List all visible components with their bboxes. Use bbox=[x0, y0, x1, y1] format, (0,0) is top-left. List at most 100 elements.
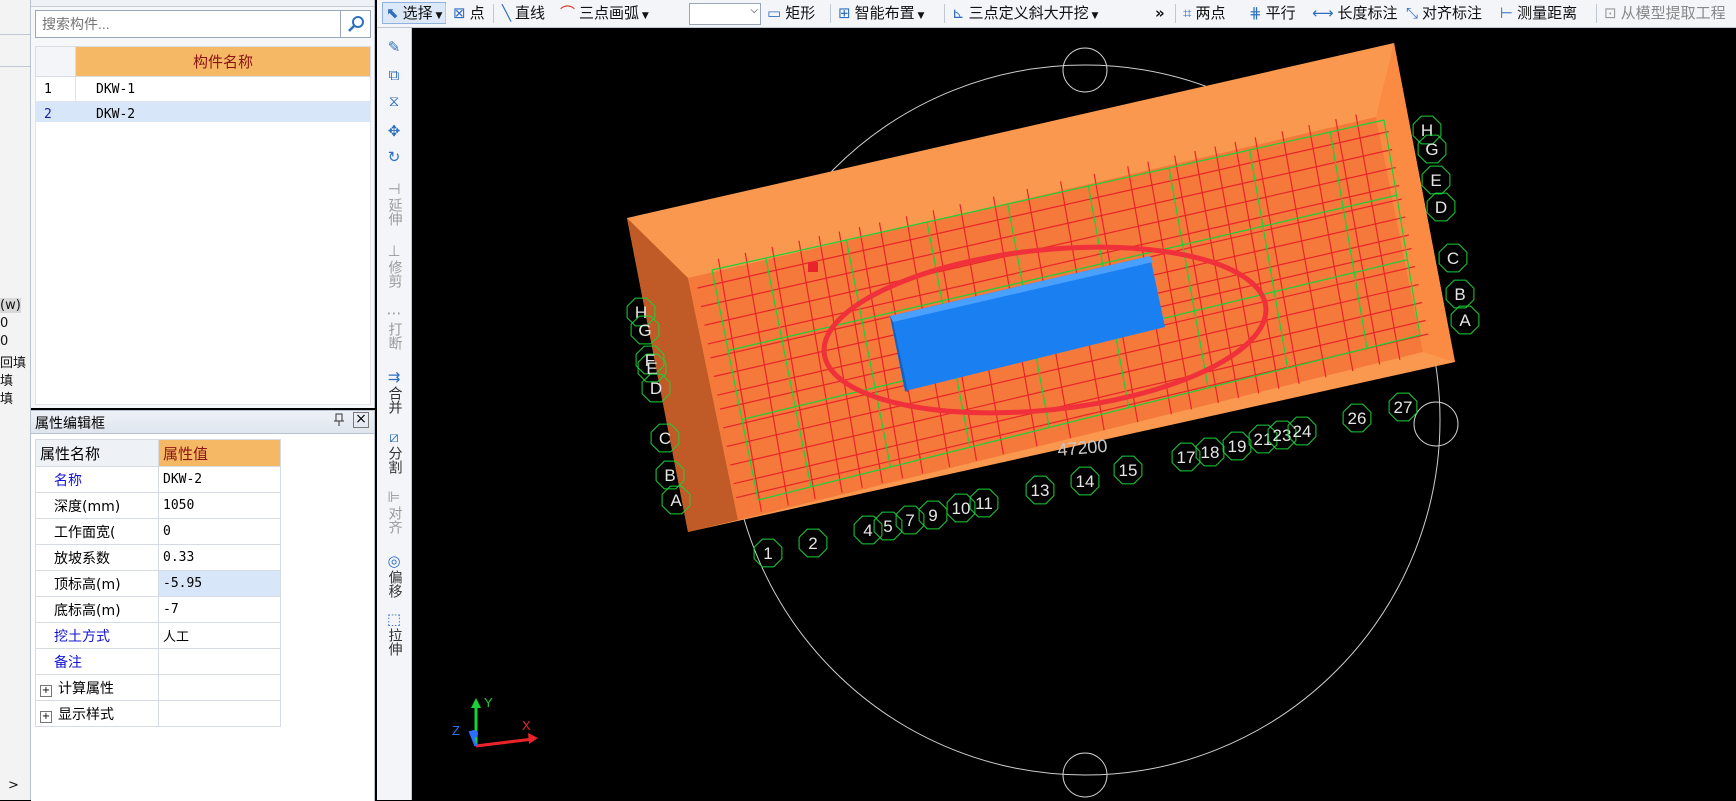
search-button[interactable] bbox=[341, 10, 371, 38]
property-name: 底标高(m) bbox=[35, 596, 159, 623]
property-value[interactable] bbox=[158, 648, 281, 675]
mirror-tool-button[interactable]: ⧖ bbox=[377, 92, 411, 110]
strip-item[interactable]: 0 bbox=[0, 316, 8, 331]
property-row[interactable]: 放坡系数 0.33 bbox=[35, 544, 281, 571]
aligned-dimension-icon: ⤡ bbox=[1406, 4, 1419, 22]
property-row[interactable]: 挖土方式 人工 bbox=[35, 622, 281, 649]
pin-icon[interactable] bbox=[333, 413, 345, 430]
axis-bubble-label: E bbox=[1430, 171, 1441, 190]
extract-from-model-button[interactable]: ⊡ 从模型提取工程 bbox=[1604, 2, 1726, 24]
axis-number-bubble: 4 bbox=[853, 515, 883, 545]
strip-item[interactable]: 回填 bbox=[0, 352, 26, 371]
axis-bubble-label: 23 bbox=[1273, 426, 1292, 445]
property-row[interactable]: 名称 DKW-2 bbox=[35, 466, 281, 493]
axis-bubble-label: D bbox=[650, 379, 662, 398]
3d-drawing-canvas[interactable]: 47200 1 2 4 5 7 9 10 11 13 14 15 17 18 19 21 23 24 26 27 H… bbox=[412, 28, 1736, 800]
axis-bubble-label: 1 bbox=[763, 544, 772, 563]
strip-item[interactable]: 0 bbox=[0, 334, 8, 349]
table-row[interactable]: 1 DKW-1 bbox=[35, 76, 371, 102]
axis-bubble-label: 14 bbox=[1076, 472, 1095, 491]
drawing-toolbar: ⬉ 选择 ▼ ⊠ 点 ╲ 直线 ⌒ 三点画弧 ▼ ⌵ ▭ 矩形 ⊞ 智能布置 ▼ ⊾ 三点定义… bbox=[377, 0, 1736, 28]
property-value[interactable]: 人工 bbox=[158, 622, 281, 649]
select-tool-button[interactable]: ⬉ 选择 ▼ bbox=[382, 2, 447, 24]
arc-mode-select[interactable]: ⌵ bbox=[689, 3, 761, 25]
break-tool-button[interactable]: ⋯ 打断 bbox=[377, 304, 411, 350]
line-icon: ╲ bbox=[502, 4, 512, 22]
stretch-tool-button[interactable]: ⬚ 拉伸 bbox=[377, 610, 411, 656]
property-group-name: 计算属性 bbox=[58, 680, 114, 697]
three-point-slope-button[interactable]: ⊾ 三点定义斜大开挖 ▼ bbox=[952, 2, 1098, 24]
arc-tool-button[interactable]: ⌒ 三点画弧 ▼ bbox=[560, 2, 649, 24]
property-group-row[interactable]: + 计算属性 bbox=[35, 674, 281, 701]
trim-tool-button[interactable]: ⊥ 修剪 bbox=[377, 242, 411, 288]
expand-plus-icon[interactable]: + bbox=[40, 710, 52, 723]
property-name: 顶标高(m) bbox=[35, 570, 159, 597]
brush-tool-button[interactable]: ✎ bbox=[377, 38, 411, 56]
axis-bubble-label: 21 bbox=[1254, 430, 1273, 449]
axis-bubble-label: 24 bbox=[1293, 422, 1312, 441]
property-value[interactable]: 1050 bbox=[158, 492, 281, 519]
axis-bubble-label: H bbox=[1421, 121, 1433, 140]
line-tool-button[interactable]: ╲ 直线 bbox=[502, 2, 545, 24]
property-row[interactable]: 底标高(m) -7 bbox=[35, 596, 281, 623]
parallel-axis-button[interactable]: ⋕ 平行 bbox=[1249, 2, 1296, 24]
split-tool-button[interactable]: ⧄ 分割 bbox=[377, 428, 411, 474]
search-icon bbox=[347, 16, 364, 32]
axis-number-bubble: 9 bbox=[918, 500, 948, 530]
ucs-icon: Y X Z bbox=[452, 695, 538, 748]
brush-icon: ✎ bbox=[387, 38, 401, 56]
strip-item[interactable]: 填 bbox=[0, 370, 13, 389]
chevron-right-icon[interactable]: > bbox=[8, 778, 19, 793]
axis-bubble-label: B bbox=[1454, 285, 1465, 304]
dropdown-arrow-icon: ▼ bbox=[1088, 11, 1099, 21]
property-group-row[interactable]: + 显示样式 bbox=[35, 700, 281, 727]
parallel-icon: ⋕ bbox=[1249, 4, 1262, 22]
axis-bubble-label: G bbox=[1425, 140, 1438, 159]
axis-bubble-label: C bbox=[1447, 249, 1459, 268]
align-tool-button[interactable]: ⊫ 对齐 bbox=[377, 488, 411, 534]
axis-bubble-label: 13 bbox=[1031, 481, 1050, 500]
copy-tool-button[interactable]: ⧉ bbox=[377, 66, 411, 84]
merge-tool-button[interactable]: ⇉ 合并 bbox=[377, 368, 411, 414]
property-row[interactable]: 工作面宽( 0 bbox=[35, 518, 281, 545]
component-search-input[interactable] bbox=[35, 10, 341, 38]
measure-distance-button[interactable]: ⊢ 测量距离 bbox=[1500, 2, 1577, 24]
dimension-label: 47200 bbox=[1057, 436, 1109, 460]
move-icon: ✥ bbox=[387, 122, 401, 140]
strip-item[interactable]: 填 bbox=[0, 388, 13, 407]
dropdown-arrow-icon: ▼ bbox=[432, 11, 443, 21]
trim-icon: ⊥ bbox=[387, 242, 401, 260]
component-name-cell[interactable]: DKW-1 bbox=[75, 76, 371, 102]
rectangle-tool-button[interactable]: ▭ 矩形 bbox=[767, 2, 815, 24]
offset-tool-button[interactable]: ◎ 偏移 bbox=[377, 552, 411, 598]
strip-item[interactable]: (w) bbox=[0, 298, 21, 313]
extend-tool-button[interactable]: ⊣ 延伸 bbox=[377, 180, 411, 226]
property-row[interactable]: 顶标高(m) -5.95 bbox=[35, 570, 281, 597]
property-value[interactable]: -7 bbox=[158, 596, 281, 623]
two-point-axis-button[interactable]: ⌗ 两点 bbox=[1183, 2, 1225, 24]
aligned-dimension-button[interactable]: ⤡ 对齐标注 bbox=[1406, 2, 1482, 24]
expand-plus-icon[interactable]: + bbox=[40, 684, 52, 697]
panel-top-strip bbox=[31, 0, 374, 7]
property-row[interactable]: 深度(mm) 1050 bbox=[35, 492, 281, 519]
component-name-header[interactable]: 构件名称 bbox=[75, 46, 371, 77]
property-name: 名称 bbox=[35, 466, 159, 493]
extend-icon: ⊣ bbox=[387, 180, 401, 198]
smart-layout-button[interactable]: ⊞ 智能布置 ▼ bbox=[838, 2, 924, 24]
property-row[interactable]: 备注 bbox=[35, 648, 281, 675]
property-value[interactable]: 0.33 bbox=[158, 544, 281, 571]
more-tools-button[interactable]: » bbox=[1155, 2, 1165, 24]
axis-number-bubble: 10 bbox=[946, 493, 976, 523]
property-value[interactable]: DKW-2 bbox=[158, 466, 281, 493]
point-tool-button[interactable]: ⊠ 点 bbox=[453, 2, 485, 24]
axis-letter-bubble: C bbox=[1438, 243, 1468, 273]
component-list-panel: 构件名称 1 DKW-1 2 DKW-2 bbox=[31, 0, 375, 408]
axis-bubble-label: 4 bbox=[863, 521, 872, 540]
rotate-tool-button[interactable]: ↻ bbox=[377, 148, 411, 166]
length-dimension-button[interactable]: ⟷ 长度标注 bbox=[1312, 2, 1398, 24]
property-value[interactable]: -5.95 bbox=[158, 570, 281, 597]
axis-letter-bubble: B bbox=[1445, 279, 1475, 309]
property-value[interactable]: 0 bbox=[158, 518, 281, 545]
move-tool-button[interactable]: ✥ bbox=[377, 122, 411, 140]
close-icon[interactable]: × bbox=[353, 412, 369, 428]
